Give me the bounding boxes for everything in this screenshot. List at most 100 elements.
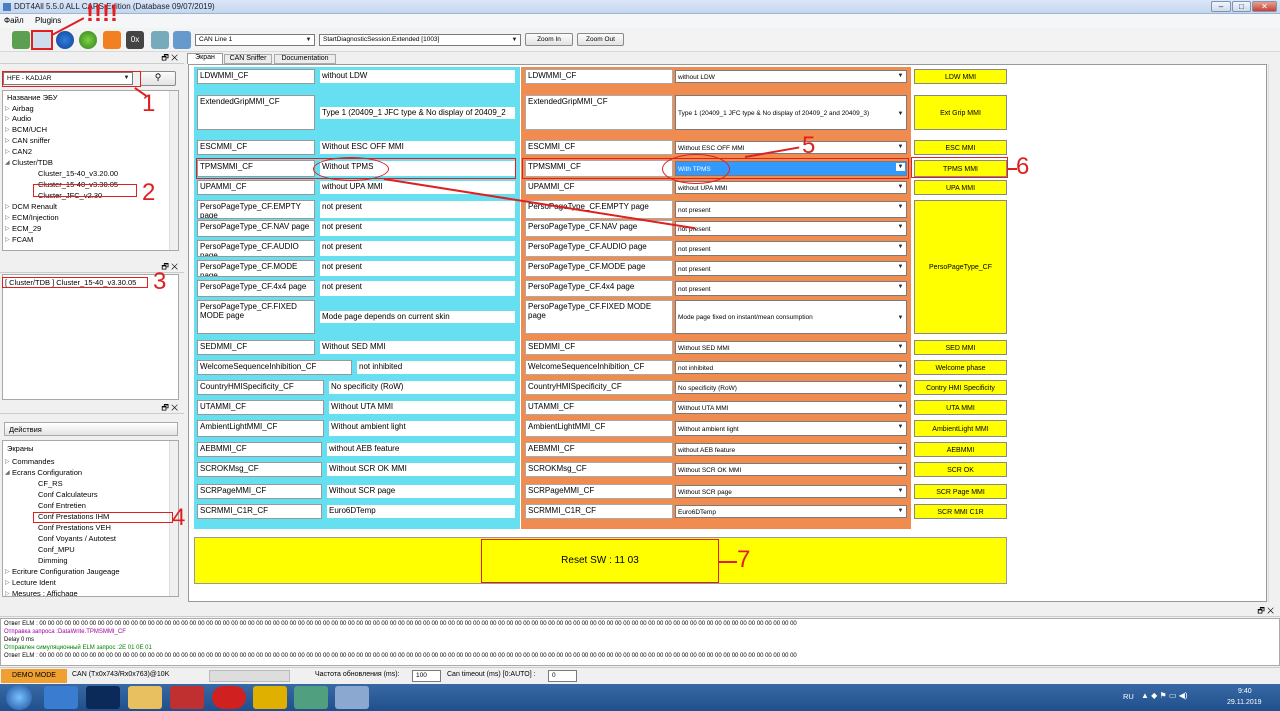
write-button-ldw-mmi[interactable]: LDW MMI [914,69,1007,84]
ecu-tree-item[interactable]: CAN2 [12,147,32,157]
new-param-select[interactable]: Type 1 (20409_1 JFC type & No display of… [675,95,907,130]
ecu-tree-item[interactable]: Cluster_15-40_v3.20.00 [38,169,118,179]
write-button-contry-hmi-specificity[interactable]: Contry HMI Specificity [914,380,1007,395]
write-button-upa-mmi[interactable]: UPA MMI [914,180,1007,195]
app-icon-green[interactable] [294,686,328,709]
new-param-select[interactable]: not inhibited ▼ [675,361,907,374]
connect-icon[interactable] [12,31,30,49]
reset-button[interactable]: Reset SW : 11 03 [481,539,719,583]
tree-expand-icon[interactable]: ▷ [5,235,10,245]
screens-tree-item[interactable]: Commandes [12,457,55,467]
can-line-select[interactable]: CAN Line 1 ▼ [195,34,315,46]
new-param-select[interactable]: not present ▼ [675,281,907,296]
screens-tree-item[interactable]: Conf_MPU [38,545,75,555]
write-button-persopagetype-cf[interactable]: PersoPageType_CF [914,200,1007,334]
screens-tree-item[interactable]: Conf Entretien [38,501,86,511]
tab-screen[interactable]: Экран [187,53,223,64]
log-panel-header[interactable]: 🗗 ✕ [0,606,1280,617]
new-param-select[interactable]: Mode page fixed on instant/mean consumpt… [675,300,907,334]
heart-icon[interactable] [103,31,121,49]
write-button-scr-ok[interactable]: SCR OK [914,462,1007,477]
ecu-tree-item[interactable]: CAN sniffer [12,136,50,146]
screens-panel-header[interactable]: 🗗 ✕ [0,403,184,414]
explorer-icon[interactable] [128,686,162,709]
refresh-icon[interactable] [56,31,74,49]
ecu-tree-item[interactable]: ECM/Injection [12,213,59,223]
write-button-esc-mmi[interactable]: ESC MMI [914,140,1007,155]
tray-icons[interactable]: ▲ ◆ ⚑ ▭ ◀) [1141,691,1188,700]
ecu-tree-item[interactable]: BCM/UCH [12,125,47,135]
new-param-select[interactable]: Without UTA MMI ▼ [675,401,907,414]
tab-can-sniffer[interactable]: CAN Sniffer [224,54,272,64]
tree-expand-icon[interactable]: ◢ [5,468,10,478]
zoom-out-button[interactable]: Zoom Out [577,33,624,46]
ecu-tree-item[interactable]: Airbag [12,104,34,114]
tree-expand-icon[interactable]: ▷ [5,202,10,212]
new-param-select[interactable]: No specificity (RoW) ▼ [675,381,907,394]
menu-file[interactable]: Файл [4,16,24,25]
ecu-tree-item[interactable]: Audio [12,114,31,124]
car-icon[interactable] [173,31,191,49]
ddt4all-taskbar-icon[interactable] [335,686,369,709]
tree-expand-icon[interactable]: ▷ [5,147,10,157]
start-button[interactable] [6,685,32,710]
write-button-welcome-phase[interactable]: Welcome phase [914,360,1007,375]
photoshop-icon[interactable] [86,686,120,709]
ecu-tree-item[interactable]: Cluster/TDB [12,158,53,168]
tab-documentation[interactable]: Documentation [274,54,336,64]
write-button-scr-page-mmi[interactable]: SCR Page MMI [914,484,1007,499]
session-select[interactable]: StartDiagnosticSession.Extended [1003] ▼ [319,34,521,46]
refresh-spinbox[interactable]: 100 [412,670,441,682]
tree-expand-icon[interactable]: ▷ [5,567,10,577]
tree-expand-icon[interactable]: ▷ [5,104,10,114]
network-icon[interactable] [151,31,169,49]
new-param-select[interactable]: Without SCR page ▼ [675,485,907,498]
timeout-spinbox[interactable]: 0 [548,670,577,682]
maximize-button[interactable]: □ [1232,1,1251,12]
tree-expand-icon[interactable]: ▷ [5,125,10,135]
new-param-select[interactable]: without AEB feature ▼ [675,443,907,456]
tree-expand-icon[interactable]: ▷ [5,136,10,146]
screens-tree-item[interactable]: Dimming [38,556,68,566]
tree-expand-icon[interactable]: ▷ [5,114,10,124]
screens-tree-item[interactable]: Conf Voyants / Autotest [38,534,116,544]
new-param-select[interactable]: not present ▼ [675,221,907,236]
tree-expand-icon[interactable]: ▷ [5,589,10,596]
close-button[interactable]: ✕ [1252,1,1277,12]
app-icon-red[interactable] [170,686,204,709]
hex-icon[interactable]: 0x [126,31,144,49]
ecu-tree-scrollbar[interactable] [169,91,178,250]
screens-tree-item[interactable]: Ecrans Configuration [12,468,82,478]
new-param-select[interactable]: without UPA MMI ▼ [675,181,907,194]
new-param-select[interactable]: Without SED MMI ▼ [675,341,907,354]
new-param-select[interactable]: not present ▼ [675,261,907,276]
new-param-select[interactable]: not present ▼ [675,241,907,256]
tree-expand-icon[interactable]: ▷ [5,578,10,588]
tree-expand-icon[interactable]: ▷ [5,224,10,234]
opera-icon[interactable] [212,686,246,709]
new-param-select[interactable]: not present ▼ [675,201,907,218]
menu-plugins[interactable]: Plugins [35,16,61,25]
write-button-uta-mmi[interactable]: UTA MMI [914,400,1007,415]
tree-expand-icon[interactable]: ▷ [5,457,10,467]
screens-tree-item[interactable]: Conf Prestations VEH [38,523,111,533]
language-indicator[interactable]: RU [1123,692,1134,701]
write-button-scr-mmi-c1r[interactable]: SCR MMI C1R [914,504,1007,519]
actions-tab[interactable]: Действия [4,422,178,436]
new-param-select[interactable]: Euro6DTemp ▼ [675,505,907,518]
play-icon[interactable] [79,31,97,49]
screens-tree-item[interactable]: CF_RS [38,479,63,489]
ecu-panel-header[interactable]: 🗗 ✕ [0,53,184,64]
write-button-aebmmi[interactable]: AEBMMI [914,442,1007,457]
screens-tree-item[interactable]: Conf Calculateurs [38,490,98,500]
write-button-ext-grip-mmi[interactable]: Ext Grip MMI [914,95,1007,130]
new-param-select[interactable]: Without SCR OK MMI ▼ [675,463,907,476]
screens-tree-item[interactable]: Lecture Ident [12,578,56,588]
new-param-select[interactable]: without LDW ▼ [675,70,907,83]
write-button-ambientlight-mmi[interactable]: AmbientLight MMI [914,420,1007,437]
screens-tree-item[interactable]: Mesures : Affichage [12,589,78,596]
screens-tree-item[interactable]: Ecriture Configuration Jaugeage [12,567,120,577]
ie-icon[interactable] [44,686,78,709]
ecu-tree-item[interactable]: ECM_29 [12,224,41,234]
tree-expand-icon[interactable]: ◢ [5,158,10,168]
